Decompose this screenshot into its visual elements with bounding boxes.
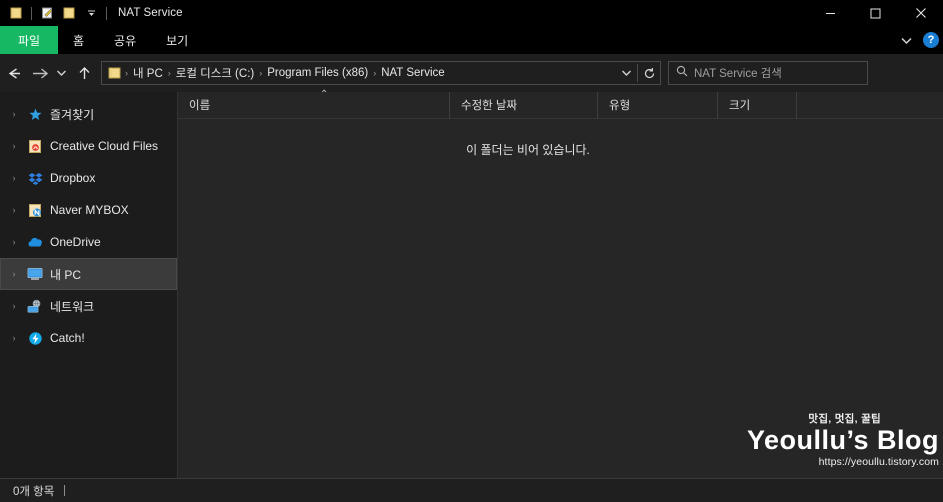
sidebar-item-catch[interactable]: › Catch! [0,322,177,354]
quick-access-toolbar [0,0,110,26]
toolbar-separator-2 [106,6,107,20]
expand-chevron-icon[interactable]: › [4,258,24,290]
expand-chevron-icon[interactable]: › [4,98,24,130]
sidebar-item-creative-cloud-files[interactable]: › Creative Cloud Files [0,130,177,162]
search-input[interactable]: NAT Service 검색 [694,65,782,81]
column-header-name[interactable]: 이름 ⌃ [178,88,450,119]
tab-view[interactable]: 보기 [151,26,203,54]
status-separator [64,485,66,496]
breadcrumb-folder-icon[interactable] [106,67,124,79]
column-header-size-label: 크기 [729,100,751,112]
star-icon [24,103,46,125]
sidebar-item-favorites[interactable]: › 즐겨찾기 [0,98,177,130]
address-bar-controls [615,61,660,85]
sidebar-item-label: Catch! [50,331,85,345]
navigation-bar: › 내 PC › 로컬 디스크 (C:) › Program Files (x8… [0,54,943,92]
status-item-count: 0개 항목 [13,485,55,498]
sidebar-item-label: OneDrive [50,235,101,249]
tab-share[interactable]: 공유 [99,26,151,54]
dropbox-icon [24,167,46,189]
expand-chevron-icon[interactable]: › [4,194,24,226]
breadcrumb-item-this-pc[interactable]: 내 PC [129,65,167,81]
sidebar-item-this-pc[interactable]: › 내 PC [0,258,177,290]
sidebar-item-label: Naver MYBOX [50,203,129,217]
status-bar: 0개 항목 [0,478,943,502]
file-explorer-window: NAT Service 파일 홈 공유 보기 ? › 내 PC › 로컬 디스크… [0,0,943,502]
breadcrumb: › 내 PC › 로컬 디스크 (C:) › Program Files (x8… [102,61,615,85]
search-box[interactable]: NAT Service 검색 [668,61,868,85]
catch-icon [24,327,46,349]
tab-home[interactable]: 홈 [58,26,99,54]
tab-file[interactable]: 파일 [0,26,58,54]
sidebar-item-network[interactable]: › 네트워크 [0,290,177,322]
title-bar: NAT Service [0,0,943,26]
window-controls [808,0,943,26]
watermark-subtitle: 맛집, 멋집, 꿀팁 [808,413,881,426]
empty-folder-message: 이 폴더는 비어 있습니다. [466,143,590,157]
back-button[interactable] [0,58,26,88]
address-bar[interactable]: › 내 PC › 로컬 디스크 (C:) › Program Files (x8… [101,61,661,85]
expand-chevron-icon[interactable]: › [4,290,24,322]
column-header-size[interactable]: 크기 [718,91,797,119]
close-button[interactable] [898,0,943,26]
forward-button[interactable] [26,58,52,88]
creative-cloud-icon [24,135,46,157]
watermark-url: https://yeoullu.tistory.com [818,456,939,468]
column-header-name-label: 이름 [189,100,211,112]
chevron-down-icon[interactable] [895,29,917,51]
this-pc-icon [24,263,46,285]
quick-access-dropdown-icon[interactable] [81,3,101,23]
breadcrumb-item-local-disk[interactable]: 로컬 디스크 (C:) [172,65,258,81]
column-header-date-modified[interactable]: 수정한 날짜 [450,91,598,119]
network-icon [24,295,46,317]
up-button[interactable] [71,58,97,88]
ribbon-right-controls: ? [895,26,939,54]
breadcrumb-item-nat-service[interactable]: NAT Service [377,67,448,79]
refresh-icon[interactable] [638,62,660,84]
sidebar-item-label: Creative Cloud Files [50,139,159,153]
maximize-button[interactable] [853,0,898,26]
sidebar-item-label: 즐겨찾기 [50,107,95,122]
column-header-type[interactable]: 유형 [598,91,718,119]
history-dropdown-icon[interactable] [615,62,637,84]
new-folder-icon[interactable] [59,3,79,23]
breadcrumb-item-program-files[interactable]: Program Files (x86) [263,67,372,79]
sidebar-item-label: 내 PC [50,267,82,282]
expand-chevron-icon[interactable]: › [4,226,24,258]
watermark-title: Yeoullu’s Blog [746,425,939,456]
help-icon[interactable]: ? [923,32,939,48]
sidebar-item-onedrive[interactable]: › OneDrive [0,226,177,258]
ribbon-tab-bar: 파일 홈 공유 보기 ? [0,26,943,54]
sidebar-item-label: 네트워크 [50,299,95,314]
expand-chevron-icon[interactable]: › [4,322,24,354]
naver-mybox-icon [24,199,46,221]
watermark: 맛집, 멋집, 꿀팁 Yeoullu’s Blog https://yeoull… [747,411,939,468]
onedrive-icon [24,231,46,253]
recent-locations-icon[interactable] [52,58,71,88]
sidebar-item-label: Dropbox [50,171,96,185]
column-header-date-label: 수정한 날짜 [461,100,518,112]
search-icon [676,64,688,82]
properties-icon[interactable] [37,3,57,23]
file-list-pane: 이름 ⌃ 수정한 날짜 유형 크기 이 폴더는 비어 있습니다. 맛집, 멋집,… [178,88,943,478]
navigation-pane: › 즐겨찾기 › Creative Cloud Files › Dropbox … [0,92,177,478]
minimize-button[interactable] [808,0,853,26]
column-header-type-label: 유형 [609,100,631,112]
folder-icon[interactable] [6,3,26,23]
sidebar-item-dropbox[interactable]: › Dropbox [0,162,177,194]
sort-ascending-icon: ⌃ [320,88,329,100]
expand-chevron-icon[interactable]: › [4,162,24,194]
sidebar-item-naver-mybox[interactable]: › Naver MYBOX [0,194,177,226]
toolbar-separator [31,6,32,20]
window-title: NAT Service [118,7,183,19]
expand-chevron-icon[interactable]: › [4,130,24,162]
column-header-row: 이름 ⌃ 수정한 날짜 유형 크기 [178,88,943,119]
